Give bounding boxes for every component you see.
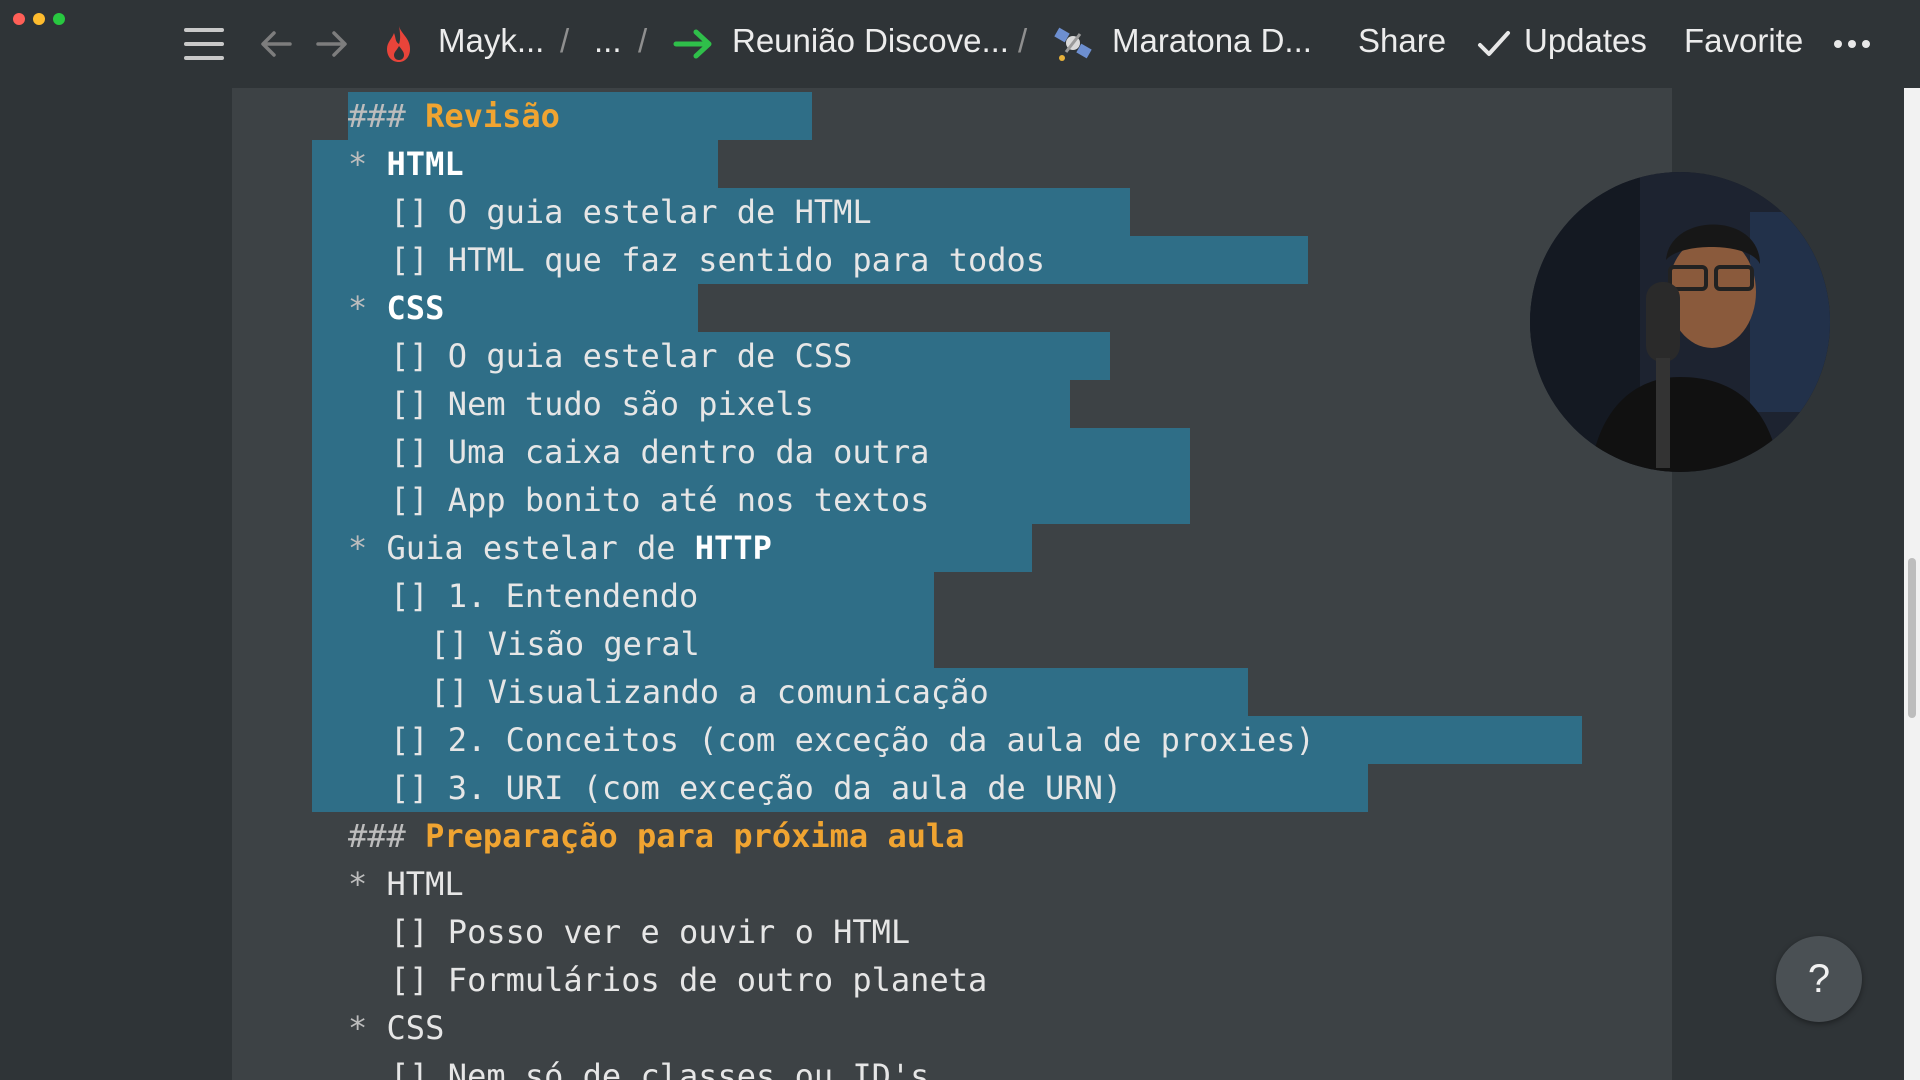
check-icon[interactable] bbox=[1476, 28, 1512, 60]
checklist-item[interactable]: [] Visualizando a comunicação bbox=[430, 670, 989, 714]
scrollbar[interactable] bbox=[1904, 88, 1920, 1080]
breadcrumb-separator: / bbox=[560, 22, 570, 59]
line-text: Nem só de classes ou ID's bbox=[447, 1057, 930, 1080]
bullet-marker: * bbox=[348, 145, 387, 183]
bullet-line[interactable]: * HTML bbox=[348, 142, 464, 186]
checkbox-marker[interactable]: [] bbox=[390, 481, 448, 519]
presenter-video-icon bbox=[1530, 172, 1830, 472]
fire-icon bbox=[387, 26, 410, 62]
webcam-overlay bbox=[1530, 172, 1830, 472]
arrow-right-icon bbox=[673, 29, 712, 59]
bullet-marker: * bbox=[348, 865, 387, 903]
checkbox-marker[interactable]: [] bbox=[390, 721, 448, 759]
breadcrumb-separator: / bbox=[1018, 22, 1028, 59]
back-arrow-icon[interactable] bbox=[256, 24, 296, 64]
checklist-item[interactable]: [] Nem tudo são pixels bbox=[390, 382, 814, 426]
checklist-item[interactable]: [] App bonito até nos textos bbox=[390, 478, 929, 522]
heading-line[interactable]: ### Preparação para próxima aula bbox=[348, 814, 965, 858]
line-text: 1. Entendendo bbox=[447, 577, 699, 615]
breadcrumb-item-meeting[interactable]: Reunião Discove... bbox=[732, 22, 1009, 60]
line-text: Revisão bbox=[425, 97, 560, 135]
checklist-item[interactable]: [] Posso ver e ouvir o HTML bbox=[390, 910, 910, 954]
checkbox-marker[interactable]: [] bbox=[390, 577, 448, 615]
checkbox-marker[interactable]: [] bbox=[390, 1057, 448, 1080]
line-text: Guia estelar de bbox=[386, 529, 695, 567]
document-page[interactable]: ### Revisão * HTML[] O guia estelar de HT… bbox=[232, 88, 1672, 1080]
heading-line[interactable]: ### Revisão bbox=[348, 94, 560, 138]
maximize-window-button[interactable] bbox=[53, 13, 65, 25]
bullet-marker: * bbox=[348, 289, 387, 327]
bullet-line[interactable]: * CSS bbox=[348, 1006, 444, 1050]
help-button[interactable]: ? bbox=[1776, 936, 1862, 1022]
line-text: CSS bbox=[386, 1009, 445, 1047]
line-text: HTML bbox=[386, 865, 464, 903]
more-options-icon[interactable] bbox=[1834, 40, 1870, 48]
checklist-item[interactable]: [] O guia estelar de CSS bbox=[390, 334, 852, 378]
line-text: Formulários de outro planeta bbox=[447, 961, 988, 999]
heading-marker: ### bbox=[348, 97, 426, 135]
checkbox-marker[interactable]: [] bbox=[430, 673, 488, 711]
line-text: O guia estelar de CSS bbox=[447, 337, 853, 375]
heading-marker: ### bbox=[348, 817, 426, 855]
checkbox-marker[interactable]: [] bbox=[390, 241, 448, 279]
breadcrumb-item-current-page[interactable]: Maratona D... bbox=[1112, 22, 1312, 60]
line-text: Nem tudo são pixels bbox=[447, 385, 814, 423]
bullet-marker: * bbox=[348, 529, 387, 567]
scrollbar-thumb[interactable] bbox=[1908, 558, 1916, 718]
line-text: Visão geral bbox=[487, 625, 700, 663]
line-text: Visualizando a comunicação bbox=[487, 673, 989, 711]
checklist-item[interactable]: [] O guia estelar de HTML bbox=[390, 190, 872, 234]
line-text: Posso ver e ouvir o HTML bbox=[447, 913, 911, 951]
checkbox-marker[interactable]: [] bbox=[390, 961, 448, 999]
line-text: HTML bbox=[386, 145, 464, 183]
menu-icon[interactable] bbox=[184, 28, 224, 60]
line-text: HTML que faz sentido para todos bbox=[447, 241, 1046, 279]
checklist-item[interactable]: [] Formulários de outro planeta bbox=[390, 958, 987, 1002]
checkbox-marker[interactable]: [] bbox=[390, 769, 448, 807]
checkbox-marker[interactable]: [] bbox=[390, 337, 448, 375]
checklist-item[interactable]: [] 1. Entendendo bbox=[390, 574, 698, 618]
line-text-bold: HTTP bbox=[694, 529, 772, 567]
breadcrumb-separator: / bbox=[638, 22, 648, 59]
checklist-item[interactable]: [] Visão geral bbox=[430, 622, 700, 666]
satellite-icon bbox=[1054, 27, 1092, 61]
minimize-window-button[interactable] bbox=[33, 13, 45, 25]
checkbox-marker[interactable]: [] bbox=[430, 625, 488, 663]
line-text: Preparação para próxima aula bbox=[425, 817, 965, 855]
line-text: 2. Conceitos (com exceção da aula de pro… bbox=[447, 721, 1315, 759]
bullet-marker: * bbox=[348, 1009, 387, 1047]
bullet-line[interactable]: * HTML bbox=[348, 862, 464, 906]
checkbox-marker[interactable]: [] bbox=[390, 913, 448, 951]
updates-button[interactable]: Updates bbox=[1524, 22, 1647, 60]
breadcrumb-item-workspace[interactable]: Mayk... bbox=[438, 22, 544, 60]
checkbox-marker[interactable]: [] bbox=[390, 433, 448, 471]
top-bar: Mayk... / ... / Reunião Discove... / Mar… bbox=[0, 0, 1920, 88]
line-text: CSS bbox=[386, 289, 445, 327]
favorite-button[interactable]: Favorite bbox=[1684, 22, 1803, 60]
close-window-button[interactable] bbox=[13, 13, 25, 25]
checklist-item[interactable]: [] Uma caixa dentro da outra bbox=[390, 430, 929, 474]
checklist-item[interactable]: [] 3. URI (com exceção da aula de URN) bbox=[390, 766, 1122, 810]
checklist-item[interactable]: [] 2. Conceitos (com exceção da aula de … bbox=[390, 718, 1315, 762]
line-text: O guia estelar de HTML bbox=[447, 193, 872, 231]
checklist-item[interactable]: [] HTML que faz sentido para todos bbox=[390, 238, 1045, 282]
checklist-item[interactable]: [] Nem só de classes ou ID's bbox=[390, 1054, 929, 1080]
checkbox-marker[interactable]: [] bbox=[390, 385, 448, 423]
checkbox-marker[interactable]: [] bbox=[390, 193, 448, 231]
forward-arrow-icon[interactable] bbox=[312, 24, 352, 64]
line-text: App bonito até nos textos bbox=[447, 481, 930, 519]
share-button[interactable]: Share bbox=[1358, 22, 1446, 60]
breadcrumb-item-ellipsis[interactable]: ... bbox=[594, 22, 622, 60]
bullet-line[interactable]: * CSS bbox=[348, 286, 444, 330]
line-text: 3. URI (com exceção da aula de URN) bbox=[447, 769, 1123, 807]
bullet-line[interactable]: * Guia estelar de HTTP bbox=[348, 526, 772, 570]
line-text: Uma caixa dentro da outra bbox=[447, 433, 930, 471]
